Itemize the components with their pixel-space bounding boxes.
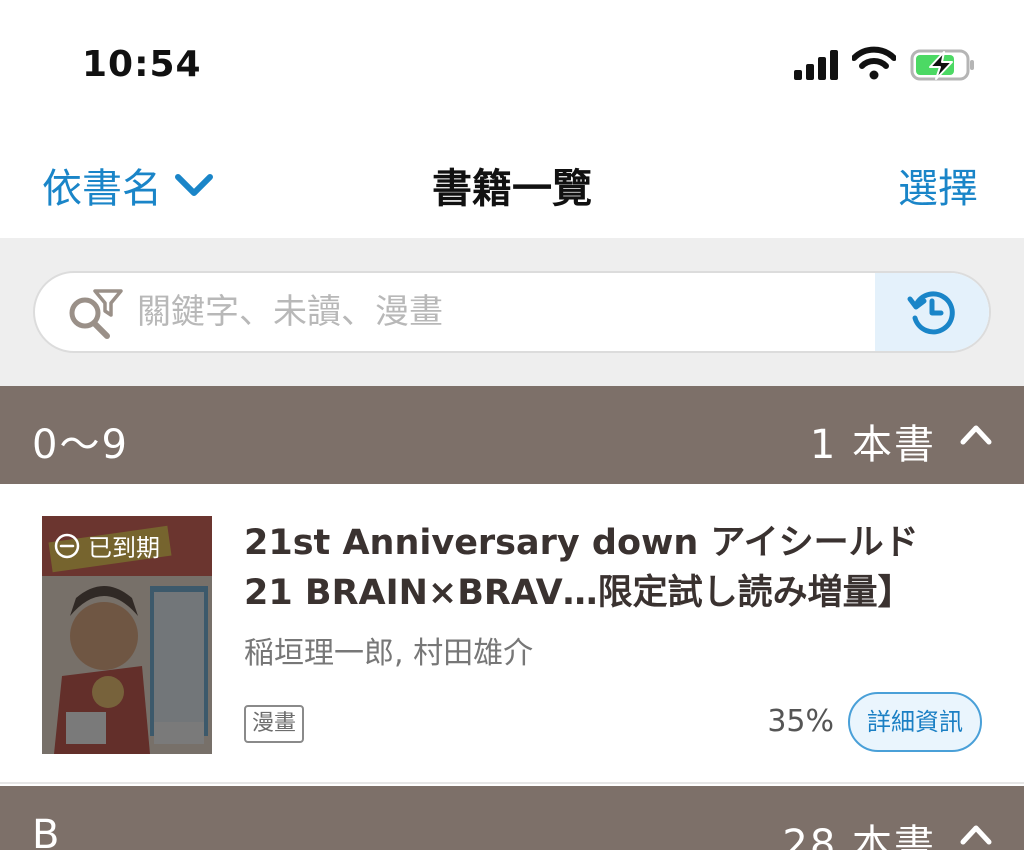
section-header-0-9[interactable]: 0～9 1 本書 bbox=[0, 386, 1024, 484]
navigation-bar: 依書名 書籍一覽 選擇 bbox=[0, 120, 1024, 238]
category-tag: 漫畫 bbox=[244, 705, 305, 743]
chevron-up-icon bbox=[960, 825, 992, 845]
select-button[interactable]: 選擇 bbox=[898, 156, 978, 214]
book-title-line2: 21 BRAIN×BRAV…限定試し読み増量】 bbox=[244, 573, 913, 613]
search-box bbox=[33, 271, 991, 353]
search-input[interactable] bbox=[137, 273, 877, 351]
book-cover[interactable]: 已到期 bbox=[42, 516, 212, 754]
details-button[interactable]: 詳細資訊 bbox=[848, 692, 982, 752]
sort-dropdown-button[interactable]: 依書名 bbox=[42, 156, 214, 214]
section-header-b[interactable]: B 28 本書 bbox=[0, 786, 1024, 850]
sort-label: 依書名 bbox=[42, 166, 162, 212]
book-title: 21st Anniversary down アイシールド 21 BRAIN×BR… bbox=[244, 518, 984, 618]
search-filter-icon bbox=[69, 289, 123, 339]
chevron-down-icon bbox=[175, 174, 213, 196]
section-label: 0～9 bbox=[32, 422, 129, 468]
expired-label: 已到期 bbox=[88, 534, 160, 562]
search-area bbox=[0, 238, 1024, 386]
section-count: 1 本書 bbox=[809, 422, 936, 468]
section-label: B bbox=[32, 812, 62, 850]
reading-progress: 35% bbox=[767, 704, 834, 739]
section-count: 28 本書 bbox=[782, 822, 936, 850]
status-time: 10:54 bbox=[82, 44, 202, 85]
book-authors: 稲垣理一郎, 村田雄介 bbox=[244, 636, 534, 671]
battery-charging-icon bbox=[910, 49, 974, 81]
chevron-up-icon bbox=[960, 425, 992, 445]
signal-icon bbox=[794, 50, 838, 80]
history-icon bbox=[907, 291, 955, 335]
book-list-screen: 10:54 依書名 書籍一覽 選擇 關鍵字、未讀、漫畫 0～9 1 本書 已到期… bbox=[0, 0, 1024, 850]
expired-badge: 已到期 bbox=[54, 528, 160, 563]
book-list-item[interactable]: 已到期 21st Anniversary down アイシールド 21 BRAI… bbox=[0, 484, 1024, 784]
wifi-icon bbox=[852, 46, 896, 80]
status-bar: 10:54 bbox=[0, 0, 1024, 120]
search-history-button[interactable] bbox=[875, 273, 989, 351]
minus-circle-icon bbox=[54, 533, 80, 558]
book-title-line1: 21st Anniversary down アイシールド bbox=[244, 523, 919, 563]
